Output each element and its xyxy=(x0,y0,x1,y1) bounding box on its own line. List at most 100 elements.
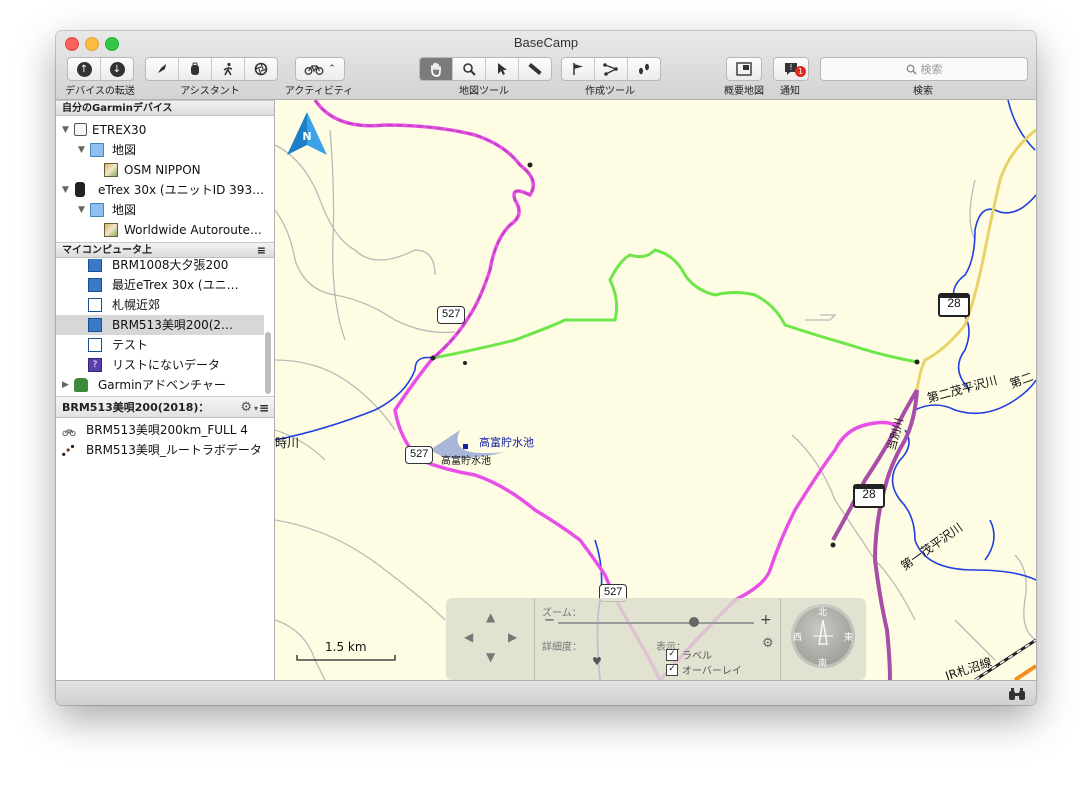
list-item[interactable]: BRM1008大夕張200 xyxy=(56,259,264,275)
hiker-icon xyxy=(223,62,233,76)
pan-up-icon[interactable]: ▲ xyxy=(486,610,495,624)
device-etrex30x[interactable]: ▼ eTrex 30x (ユニットID 393… xyxy=(56,180,264,200)
map-canvas[interactable]: N xyxy=(275,100,1036,680)
new-route-button[interactable] xyxy=(595,58,628,80)
list-item[interactable]: 最近eTrex 30x (ユニ… xyxy=(56,275,264,295)
device-etrex30-maps-folder[interactable]: ▼ 地図 xyxy=(56,140,264,160)
new-track-button[interactable] xyxy=(628,58,660,80)
device-icon xyxy=(74,123,87,136)
list-item[interactable]: ? リストにないデータ xyxy=(56,355,264,375)
label-checkbox[interactable]: ✓ xyxy=(666,649,678,661)
rocket-button[interactable] xyxy=(146,58,179,80)
binoculars-icon[interactable] xyxy=(1008,687,1026,701)
sidebar: 自分のGarminデバイス ▼ ETREX30 ▼ 地図 OSM NIPPON … xyxy=(56,100,275,680)
hand-tool-button[interactable] xyxy=(420,58,453,80)
activity-label: アクティビティ xyxy=(284,86,354,97)
track-green[interactable] xyxy=(432,248,918,364)
route-point[interactable] xyxy=(463,361,467,365)
map-product-icon xyxy=(104,223,118,237)
list-item[interactable]: テスト xyxy=(56,335,264,355)
disclosure-triangle-icon[interactable]: ▼ xyxy=(62,180,69,200)
sidebar-scrollbar[interactable] xyxy=(265,332,271,394)
menu-lines-icon[interactable]: ≡ xyxy=(257,243,266,259)
backpack-button[interactable] xyxy=(179,58,212,80)
pan-right-icon[interactable]: ▶ xyxy=(508,630,517,644)
zoom-plus-button[interactable]: + xyxy=(760,612,772,628)
document-icon xyxy=(88,318,102,332)
detail-slider-knob[interactable]: ♥ xyxy=(592,655,602,668)
route-icon xyxy=(603,63,618,76)
gear-icon[interactable]: ⚙ xyxy=(240,397,252,419)
aperture-icon xyxy=(254,62,268,76)
overlay-checkbox-text: オーバーレイ xyxy=(682,666,742,677)
new-waypoint-button[interactable] xyxy=(562,58,595,80)
reservoir-marker[interactable] xyxy=(463,444,468,449)
route-point[interactable] xyxy=(914,359,920,365)
map-view[interactable]: N 527 527 527 28 28 高富貯水池 高富貯水池 時川 第二茂平沢… xyxy=(275,100,1036,680)
overview-map-icon xyxy=(736,62,752,76)
device-etrex30[interactable]: ▼ ETREX30 xyxy=(56,120,264,140)
notification-button[interactable]: ! 1 xyxy=(774,58,808,80)
search-icon xyxy=(906,64,917,75)
activity-group: ⌃ xyxy=(295,57,345,81)
route-point[interactable] xyxy=(527,162,533,168)
north-compass-label: N xyxy=(302,130,311,143)
disclosure-triangle-icon[interactable]: ▼ xyxy=(78,140,85,160)
track-purple-left[interactable] xyxy=(314,100,535,359)
device-etrex30x-maps-folder[interactable]: ▼ 地図 xyxy=(56,200,264,220)
zoom-tool-button[interactable] xyxy=(453,58,486,80)
list-item[interactable]: ▶ Garminアドベンチャー xyxy=(56,375,264,395)
zoom-slider-knob[interactable] xyxy=(689,617,699,627)
disclosure-triangle-icon[interactable]: ▶ xyxy=(62,375,69,395)
disclosure-triangle-icon[interactable]: ▼ xyxy=(62,120,69,140)
activity-selector[interactable]: ⌃ xyxy=(296,58,344,80)
list-item-selected[interactable]: BRM513美唄200(2… xyxy=(56,315,264,335)
measure-tool-button[interactable] xyxy=(519,58,551,80)
rivers xyxy=(275,100,1036,680)
window-title: BaseCamp xyxy=(513,35,579,50)
my-computer-list: BRM1008大夕張200 最近eTrex 30x (ユニ… 札幌近郊 BRM5… xyxy=(56,259,274,395)
route-point[interactable] xyxy=(830,542,836,548)
orange-road xyxy=(1013,664,1036,680)
label-checkbox-text: ラベル xyxy=(682,651,712,662)
zoom-slider-track[interactable] xyxy=(558,622,754,624)
rotation-compass-dial[interactable]: 北 南 東 西 xyxy=(791,604,855,669)
display-settings-gear-icon[interactable]: ⚙ xyxy=(762,636,774,651)
assistant-label: アシスタント xyxy=(180,86,240,97)
folder-icon xyxy=(90,203,104,217)
menu-lines-icon[interactable]: ≡ xyxy=(259,397,269,419)
chevron-down-icon[interactable]: ▾ xyxy=(254,398,258,420)
pan-left-icon[interactable]: ◀ xyxy=(464,630,473,644)
highway-shield-28: 28 xyxy=(938,293,970,317)
receive-from-device-button[interactable]: ↓ xyxy=(101,58,133,80)
devices-header: 自分のGarminデバイス xyxy=(56,100,274,116)
search-input[interactable]: 検索 xyxy=(820,57,1028,81)
zoom-minus-button[interactable]: − xyxy=(544,613,555,628)
hiker-button[interactable] xyxy=(212,58,245,80)
list-item-track[interactable]: BRM513美唄200km_FULL 4 xyxy=(56,420,274,440)
disclosure-triangle-icon[interactable]: ▼ xyxy=(78,200,85,220)
assistant-group xyxy=(145,57,278,81)
document-icon xyxy=(88,298,102,312)
pan-down-icon[interactable]: ▼ xyxy=(486,650,495,664)
ruler-icon xyxy=(528,62,542,76)
list-item[interactable]: 札幌近郊 xyxy=(56,295,264,315)
list-header: BRM513美唄200(2018)： ⚙ ▾ ≡ xyxy=(56,396,274,418)
select-tool-button[interactable] xyxy=(486,58,519,80)
map-worldwide-autoroute[interactable]: Worldwide Autoroute… xyxy=(56,220,264,240)
device-document-icon xyxy=(88,278,102,292)
device-transfer-label: デバイスの転送 xyxy=(65,86,135,97)
overlay-checkbox[interactable]: ✓ xyxy=(666,664,678,676)
chevron-updown-icon: ⌃ xyxy=(328,64,336,74)
send-to-device-button[interactable]: ↑ xyxy=(68,58,101,80)
overview-map-group xyxy=(726,57,762,81)
overview-map-button[interactable] xyxy=(727,58,761,80)
rocket-icon xyxy=(158,64,166,73)
route-point[interactable] xyxy=(430,355,436,361)
highway-shield-28: 28 xyxy=(853,484,885,508)
river-label-left: 時川 xyxy=(275,436,300,450)
aperture-button[interactable] xyxy=(245,58,277,80)
track-purple-right-2[interactable] xyxy=(831,388,919,541)
list-item-track[interactable]: BRM513美唄_ルートラボデータ xyxy=(56,440,274,460)
map-osm-nippon[interactable]: OSM NIPPON xyxy=(56,160,264,180)
